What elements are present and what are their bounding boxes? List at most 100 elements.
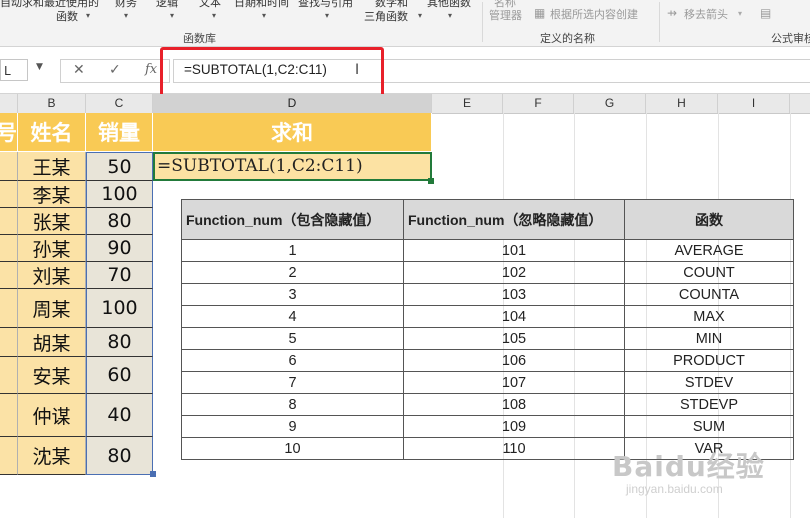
name-cell[interactable]: 张某 [18, 208, 86, 235]
table-cell: 104 [403, 305, 625, 328]
index-cell[interactable] [0, 357, 18, 394]
column-header-h[interactable]: H [646, 94, 718, 113]
table-cell: 2 [181, 261, 404, 284]
column-header-i[interactable]: I [718, 94, 790, 113]
table-cell: 10 [181, 437, 404, 460]
logical-button[interactable]: 逻辑 [156, 0, 178, 9]
show-formulas-icon[interactable]: ▤ [760, 7, 771, 20]
dropdown-caret-icon: ▾ [448, 11, 453, 20]
financial-button[interactable]: 财务 [115, 0, 137, 9]
table-cell: 106 [403, 349, 625, 372]
column-header-a[interactable] [0, 94, 18, 113]
dropdown-caret-icon: ▾ [262, 11, 267, 20]
fill-handle[interactable] [428, 178, 434, 184]
header-cell-sum[interactable]: 求和 [153, 113, 432, 151]
sales-cell[interactable]: 80 [86, 437, 153, 475]
active-cell-d2[interactable]: =SUBTOTAL(1,C2:C11) [153, 152, 432, 181]
sales-cell[interactable]: 90 [86, 235, 153, 262]
header-cell-sales[interactable]: 销量 [86, 113, 153, 151]
column-header-d[interactable]: D [153, 94, 432, 113]
table-cell: 4 [181, 305, 404, 328]
remove-arrows-button[interactable]: 移去箭头 [684, 8, 728, 21]
index-cell[interactable] [0, 208, 18, 235]
text-button[interactable]: 文本 [199, 0, 221, 9]
column-header-e[interactable]: E [432, 94, 503, 113]
sales-cell[interactable]: 40 [86, 394, 153, 437]
dropdown-caret-icon: ▾ [170, 11, 175, 20]
table-header-cell: Function_num（包含隐藏值） [181, 199, 404, 240]
sales-cell[interactable]: 80 [86, 328, 153, 357]
index-cell[interactable] [0, 394, 18, 437]
table-cell: COUNT [624, 261, 794, 284]
table-header-cell: 函数 [624, 199, 794, 240]
table-row: 4 104 MAX [181, 305, 794, 328]
column-header-b[interactable]: B [18, 94, 86, 113]
table-cell: 103 [403, 283, 625, 306]
name-cell[interactable]: 安某 [18, 357, 86, 394]
name-cell[interactable]: 仲谋 [18, 394, 86, 437]
table-cell: 8 [181, 393, 404, 416]
table-cell: 9 [181, 415, 404, 438]
table-cell: STDEVP [624, 393, 794, 416]
remove-arrows-icon: ⇸ [667, 6, 678, 20]
watermark-url: jingyan.baidu.com [626, 482, 723, 496]
header-cell-name[interactable]: 姓名 [18, 113, 86, 151]
selection-handle[interactable] [150, 471, 156, 477]
autosum-button[interactable]: 自动求和 [0, 0, 44, 9]
defined-names-group-label: 定义的名称 [540, 32, 595, 45]
sales-cell[interactable]: 60 [86, 357, 153, 394]
table-cell: 6 [181, 349, 404, 372]
name-manager-button[interactable]: 管理器 [489, 9, 522, 22]
table-cell: 110 [403, 437, 625, 460]
index-cell[interactable] [0, 262, 18, 289]
math-trig-label: 三角函数 [364, 10, 408, 23]
recently-used-button[interactable]: 最近使用的 [44, 0, 99, 9]
index-cell[interactable] [0, 181, 18, 208]
column-header-c[interactable]: C [86, 94, 153, 113]
index-cell[interactable] [0, 437, 18, 475]
name-box[interactable]: L [0, 59, 28, 81]
name-manager-top: 名称 [494, 0, 516, 9]
chevron-down-icon[interactable]: ▼ [36, 62, 43, 72]
dropdown-caret-icon: ▾ [418, 11, 423, 20]
table-row: 7 107 STDEV [181, 371, 794, 394]
name-cell[interactable]: 周某 [18, 289, 86, 328]
header-cell-index[interactable]: 号 [0, 113, 18, 151]
name-cell[interactable]: 刘某 [18, 262, 86, 289]
column-header-f[interactable]: F [503, 94, 574, 113]
sales-cell[interactable]: 70 [86, 262, 153, 289]
table-cell: 7 [181, 371, 404, 394]
table-cell: 105 [403, 327, 625, 350]
index-cell[interactable] [0, 289, 18, 328]
index-cell[interactable] [0, 152, 18, 181]
table-cell: 102 [403, 261, 625, 284]
dropdown-caret-icon: ▾ [124, 11, 129, 20]
cancel-icon[interactable]: ✕ [73, 62, 85, 78]
name-cell[interactable]: 李某 [18, 181, 86, 208]
recently-used-label: 函数 [56, 10, 78, 23]
ribbon: 自动求和 最近使用的 财务 逻辑 文本 日期和时间 查找与引用 数学和 其他函数… [0, 0, 810, 47]
sales-cell[interactable]: 100 [86, 181, 153, 208]
table-row: 9 109 SUM [181, 415, 794, 438]
name-cell[interactable]: 胡某 [18, 328, 86, 357]
name-cell[interactable]: 孙某 [18, 235, 86, 262]
column-header-g[interactable]: G [574, 94, 646, 113]
sales-cell[interactable]: 50 [86, 152, 153, 181]
index-cell[interactable] [0, 328, 18, 357]
name-cell[interactable]: 王某 [18, 152, 86, 181]
date-time-button[interactable]: 日期和时间 [234, 0, 289, 9]
lookup-reference-button[interactable]: 查找与引用 [298, 0, 353, 9]
math-trig-button[interactable]: 数学和 [375, 0, 408, 9]
insert-function-icon[interactable]: fx [145, 62, 157, 77]
index-cell[interactable] [0, 235, 18, 262]
table-cell: 107 [403, 371, 625, 394]
table-row: 1 101 AVERAGE [181, 239, 794, 262]
name-cell[interactable]: 沈某 [18, 437, 86, 475]
enter-icon[interactable]: ✓ [109, 62, 121, 78]
table-row: 5 105 MIN [181, 327, 794, 350]
sales-cell[interactable]: 100 [86, 289, 153, 328]
function-num-table: Function_num（包含隐藏值） Function_num（忽略隐藏值） … [181, 199, 794, 460]
sales-cell[interactable]: 80 [86, 208, 153, 235]
more-functions-button[interactable]: 其他函数 [427, 0, 471, 9]
create-from-selection-button[interactable]: 根据所选内容创建 [550, 8, 638, 21]
